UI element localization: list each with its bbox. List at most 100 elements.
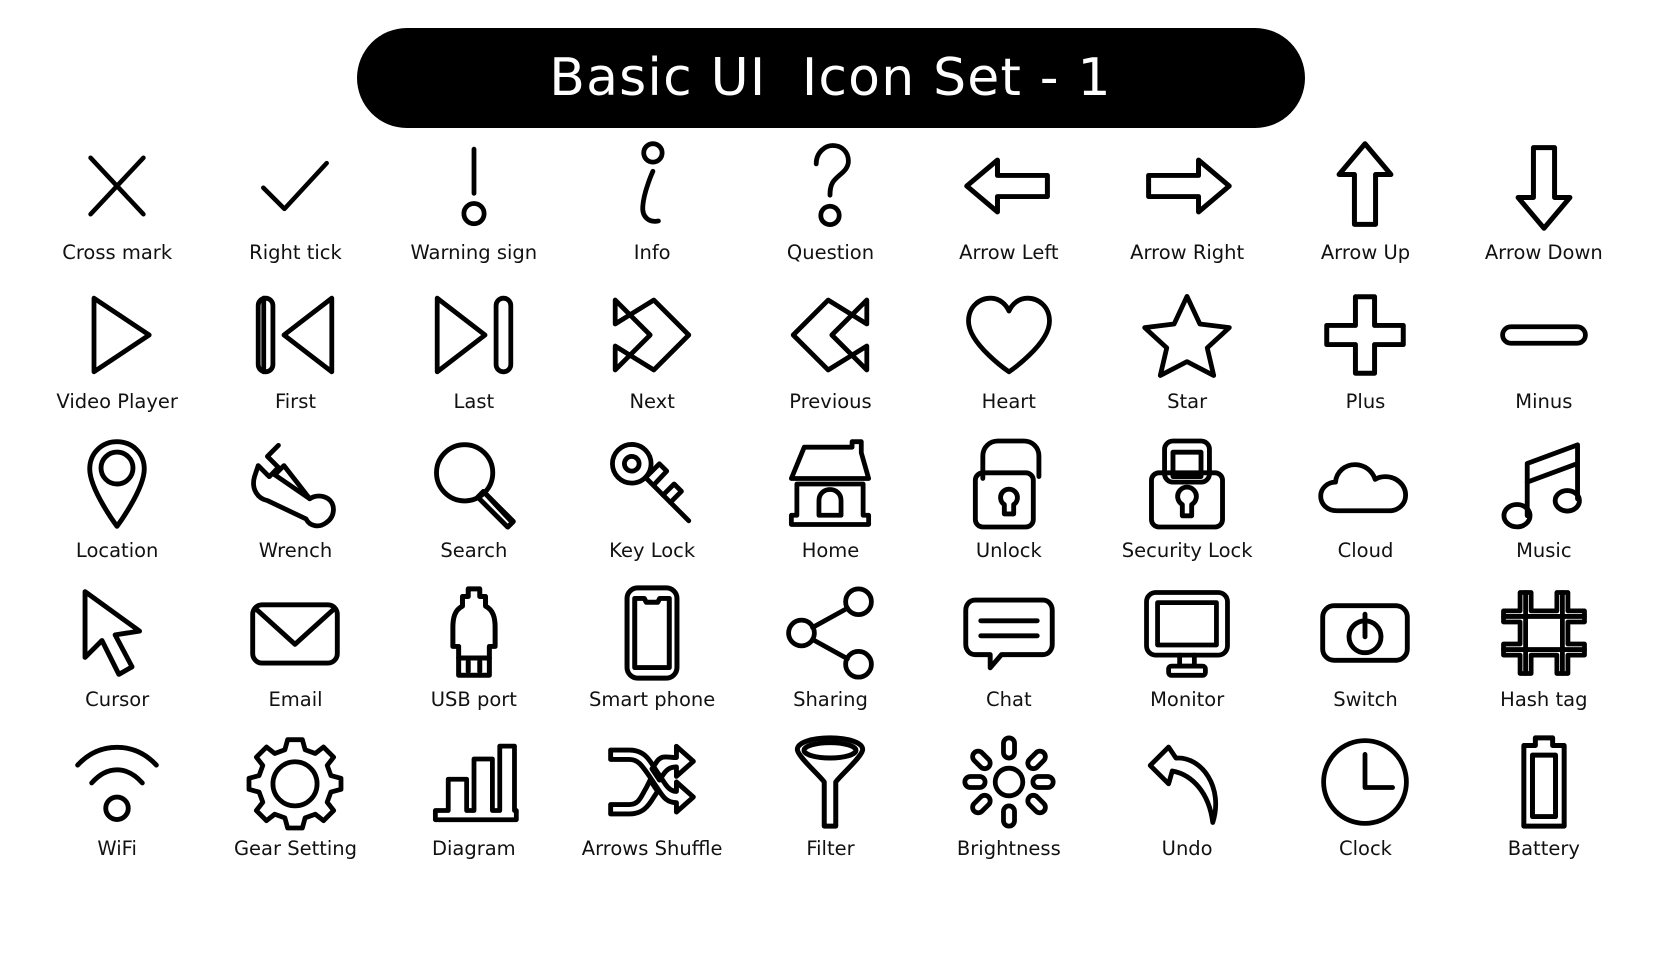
icon-cell-usb-port[interactable]: USB port (385, 585, 563, 734)
icon-cell-undo[interactable]: Undo (1098, 734, 1276, 883)
monitor-icon[interactable] (1135, 585, 1239, 681)
smart-phone-icon[interactable] (600, 585, 704, 681)
icon-cell-location[interactable]: Location (28, 436, 206, 585)
icon-label-filter: Filter (806, 837, 855, 860)
star-icon[interactable] (1135, 287, 1239, 383)
warning-sign-icon[interactable] (422, 138, 526, 234)
email-icon[interactable] (243, 585, 347, 681)
arrow-down-icon[interactable] (1492, 138, 1596, 234)
clock-icon[interactable] (1313, 734, 1417, 830)
icon-cell-arrow-up[interactable]: Arrow Up (1276, 138, 1454, 287)
home-icon[interactable] (778, 436, 882, 532)
icon-cell-key-lock[interactable]: Key Lock (563, 436, 741, 585)
security-lock-icon[interactable] (1135, 436, 1239, 532)
icon-cell-plus[interactable]: Plus (1276, 287, 1454, 436)
info-icon[interactable] (600, 138, 704, 234)
previous-icon[interactable] (778, 287, 882, 383)
cursor-icon[interactable] (65, 585, 169, 681)
icon-cell-cursor[interactable]: Cursor (28, 585, 206, 734)
diagram-icon[interactable] (422, 734, 526, 830)
gear-setting-icon[interactable] (243, 734, 347, 831)
icon-cell-filter[interactable]: Filter (741, 734, 919, 883)
plus-icon[interactable] (1313, 287, 1417, 383)
brightness-icon[interactable] (957, 734, 1061, 830)
icon-cell-previous[interactable]: Previous (741, 287, 919, 436)
icon-cell-wrench[interactable]: Wrench (206, 436, 384, 585)
arrows-shuffle-icon[interactable] (600, 734, 704, 830)
page-title: Basic UI Icon Set - 1 (549, 48, 1112, 108)
right-tick-icon[interactable] (243, 138, 347, 234)
sharing-icon[interactable] (778, 585, 882, 681)
first-icon[interactable] (243, 287, 347, 383)
icon-cell-chat[interactable]: Chat (920, 585, 1098, 734)
icon-label-hash-tag: Hash tag (1500, 688, 1588, 711)
icon-cell-smart-phone[interactable]: Smart phone (563, 585, 741, 734)
icon-cell-arrow-right[interactable]: Arrow Right (1098, 138, 1276, 287)
icon-cell-search[interactable]: Search (385, 436, 563, 585)
next-icon[interactable] (600, 287, 704, 383)
icon-cell-email[interactable]: Email (206, 585, 384, 734)
icon-label-unlock: Unlock (975, 539, 1042, 562)
icon-cell-cloud[interactable]: Cloud (1276, 436, 1454, 585)
icon-label-cross-mark: Cross mark (62, 241, 173, 264)
last-icon[interactable] (422, 287, 526, 383)
icon-label-warning-sign: Warning sign (410, 241, 538, 264)
icon-cell-star[interactable]: Star (1098, 287, 1276, 436)
undo-icon[interactable] (1135, 734, 1239, 830)
icon-cell-hash-tag[interactable]: Hash tag (1455, 585, 1633, 734)
music-icon[interactable] (1492, 436, 1596, 532)
unlock-icon[interactable] (957, 436, 1061, 532)
question-icon[interactable] (778, 138, 882, 234)
key-lock-icon[interactable] (600, 436, 704, 532)
icon-cell-video-player[interactable]: Video Player (28, 287, 206, 436)
icon-cell-battery[interactable]: Battery (1455, 734, 1633, 883)
heart-icon[interactable] (957, 287, 1061, 383)
icon-cell-minus[interactable]: Minus (1455, 287, 1633, 436)
icon-label-wifi: WiFi (97, 837, 137, 860)
switch-icon[interactable] (1313, 585, 1417, 681)
icon-label-last: Last (453, 390, 495, 413)
icon-cell-arrow-left[interactable]: Arrow Left (920, 138, 1098, 287)
icon-cell-arrow-down[interactable]: Arrow Down (1455, 138, 1633, 287)
icon-cell-unlock[interactable]: Unlock (920, 436, 1098, 585)
icon-cell-cross-mark[interactable]: Cross mark (28, 138, 206, 287)
cross-mark-icon[interactable] (65, 138, 169, 234)
battery-icon[interactable] (1492, 734, 1596, 830)
icon-cell-security-lock[interactable]: Security Lock (1098, 436, 1276, 585)
icon-cell-warning-sign[interactable]: Warning sign (385, 138, 563, 287)
hash-tag-icon[interactable] (1492, 585, 1596, 681)
title-banner: Basic UI Icon Set - 1 (356, 28, 1305, 128)
icon-cell-music[interactable]: Music (1455, 436, 1633, 585)
icon-cell-arrows-shuffle[interactable]: Arrows Shuffle (563, 734, 741, 883)
filter-icon[interactable] (778, 734, 882, 830)
cloud-icon[interactable] (1313, 436, 1417, 532)
icon-cell-gear-setting[interactable]: Gear Setting (206, 734, 384, 883)
icon-cell-clock[interactable]: Clock (1276, 734, 1454, 883)
wrench-icon[interactable] (243, 436, 347, 532)
icon-cell-right-tick[interactable]: Right tick (206, 138, 384, 287)
icon-cell-info[interactable]: Info (563, 138, 741, 287)
icon-cell-switch[interactable]: Switch (1276, 585, 1454, 734)
arrow-right-icon[interactable] (1135, 138, 1239, 234)
video-player-icon[interactable] (65, 287, 169, 383)
icon-cell-wifi[interactable]: WiFi (28, 734, 206, 883)
chat-icon[interactable] (957, 585, 1061, 681)
icon-cell-home[interactable]: Home (741, 436, 919, 585)
icon-cell-sharing[interactable]: Sharing (741, 585, 919, 734)
icon-cell-first[interactable]: First (206, 287, 384, 436)
icon-label-smart-phone: Smart phone (589, 688, 716, 711)
icon-cell-diagram[interactable]: Diagram (385, 734, 563, 883)
icon-cell-heart[interactable]: Heart (920, 287, 1098, 436)
arrow-up-icon[interactable] (1313, 138, 1417, 234)
arrow-left-icon[interactable] (957, 138, 1061, 234)
search-icon[interactable] (422, 436, 526, 532)
location-icon[interactable] (65, 436, 169, 532)
icon-cell-brightness[interactable]: Brightness (920, 734, 1098, 883)
icon-cell-monitor[interactable]: Monitor (1098, 585, 1276, 734)
wifi-icon[interactable] (65, 734, 169, 830)
icon-cell-last[interactable]: Last (385, 287, 563, 436)
minus-icon[interactable] (1492, 287, 1596, 383)
usb-port-icon[interactable] (422, 585, 526, 681)
icon-cell-question[interactable]: Question (741, 138, 919, 287)
icon-cell-next[interactable]: Next (563, 287, 741, 436)
